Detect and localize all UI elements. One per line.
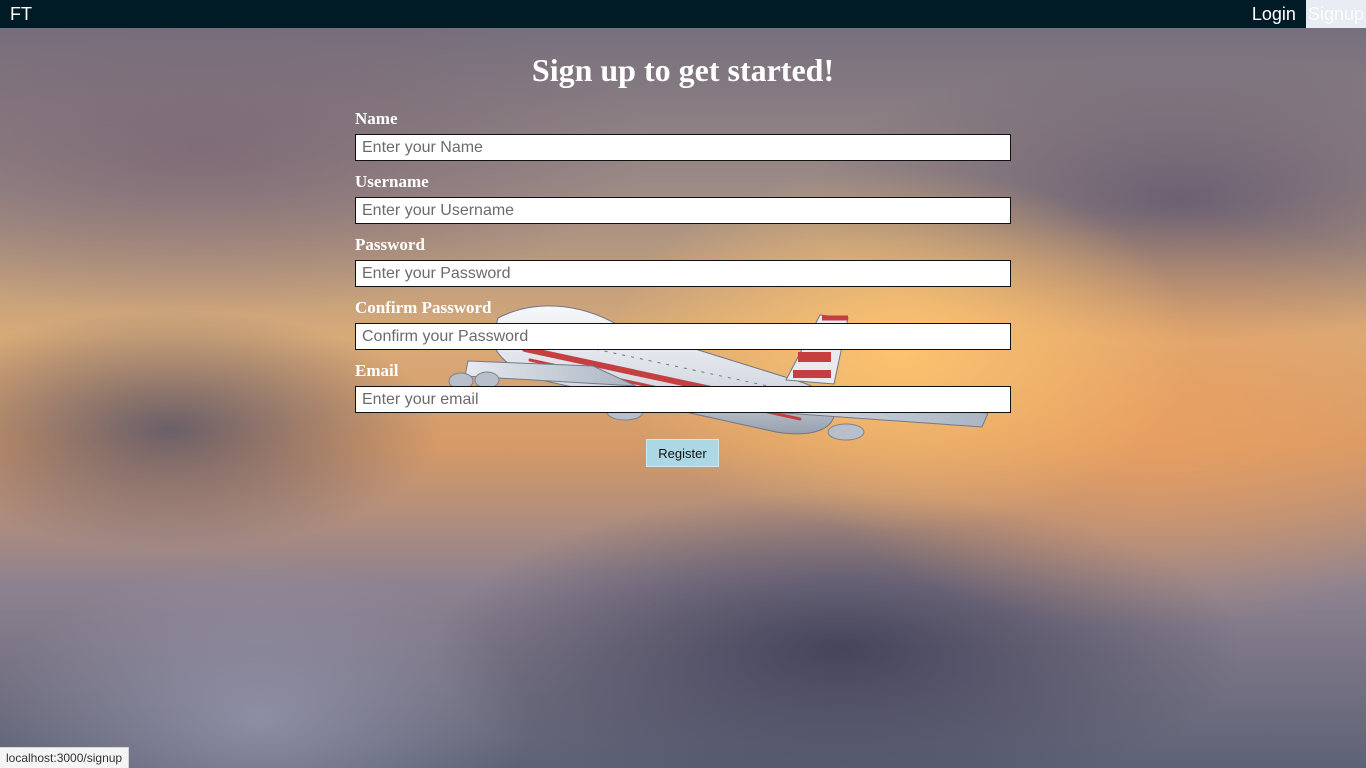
username-input[interactable]	[355, 197, 1011, 224]
confirm-password-input[interactable]	[355, 323, 1011, 350]
brand-logo-text[interactable]: FT	[10, 4, 32, 24]
username-label: Username	[355, 172, 429, 191]
email-input[interactable]	[355, 386, 1011, 413]
password-input[interactable]	[355, 260, 1011, 287]
password-label: Password	[355, 235, 425, 254]
register-button[interactable]: Register	[646, 439, 719, 467]
email-label: Email	[355, 361, 399, 380]
login-link[interactable]: Login	[1252, 0, 1296, 28]
name-label: Name	[355, 109, 398, 128]
page-title: Sign up to get started!	[531, 52, 835, 88]
signup-form: Name Username Password Confirm Password …	[355, 108, 1011, 423]
signup-link[interactable]: Signup	[1305, 0, 1366, 28]
confirm-password-label: Confirm Password	[355, 298, 492, 317]
nav-links: Login Signup	[1252, 0, 1366, 28]
status-url: localhost:3000/signup	[0, 747, 130, 768]
top-navbar: FT Login Signup	[0, 0, 1366, 28]
name-input[interactable]	[355, 134, 1011, 161]
